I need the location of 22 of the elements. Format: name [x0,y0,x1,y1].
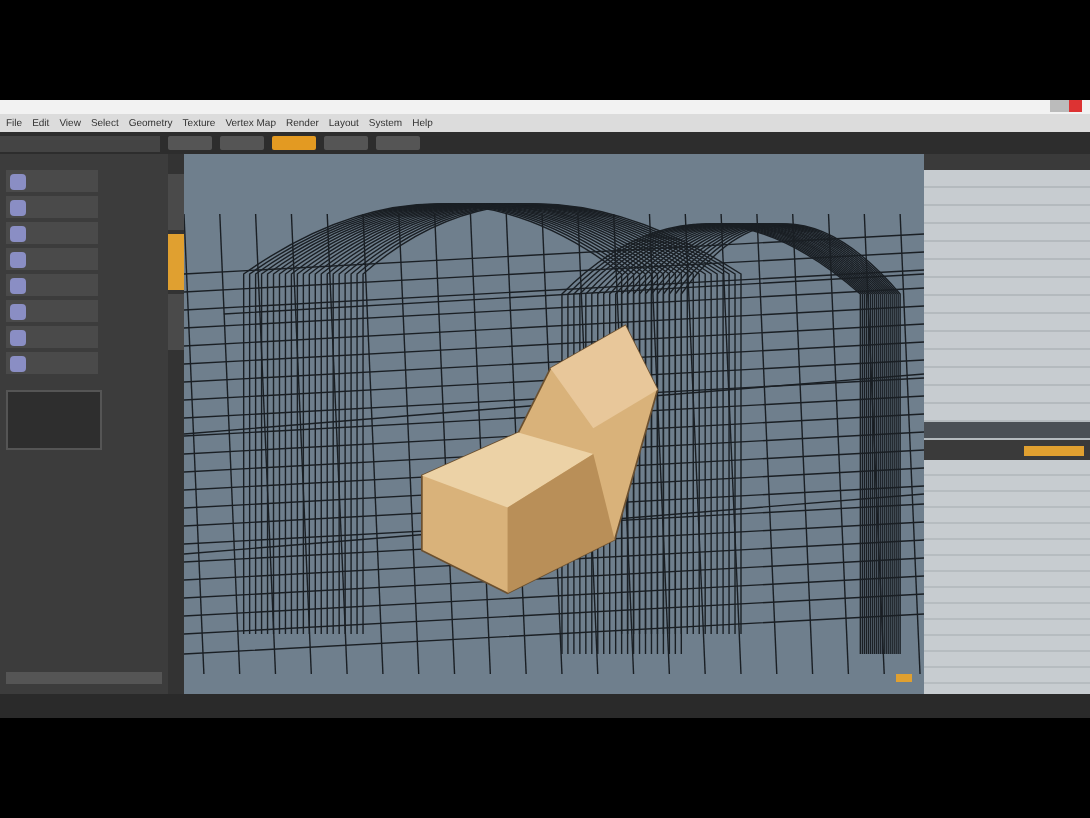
properties-tab[interactable] [1024,445,1084,455]
side-tab[interactable] [168,174,184,230]
mode-button[interactable] [376,136,420,150]
tool-button[interactable] [6,222,98,244]
mode-button[interactable] [168,136,212,150]
mode-button[interactable] [324,136,368,150]
side-tab[interactable] [168,234,184,290]
tool-button[interactable] [6,196,98,218]
tool-button[interactable] [6,274,98,296]
mode-button[interactable] [272,136,316,150]
tool-button[interactable] [6,170,98,192]
panel-button[interactable] [6,672,162,684]
tool-button[interactable] [6,300,98,322]
item-row[interactable] [924,422,1090,440]
tool-button[interactable] [6,326,98,348]
axis-gizmo-icon [896,674,912,682]
options-panel [6,390,102,450]
side-tab[interactable] [168,294,184,350]
tool-button[interactable] [6,352,98,374]
mode-button[interactable] [220,136,264,150]
tool-button[interactable] [6,248,98,270]
window-controls-icon[interactable] [1050,100,1082,112]
